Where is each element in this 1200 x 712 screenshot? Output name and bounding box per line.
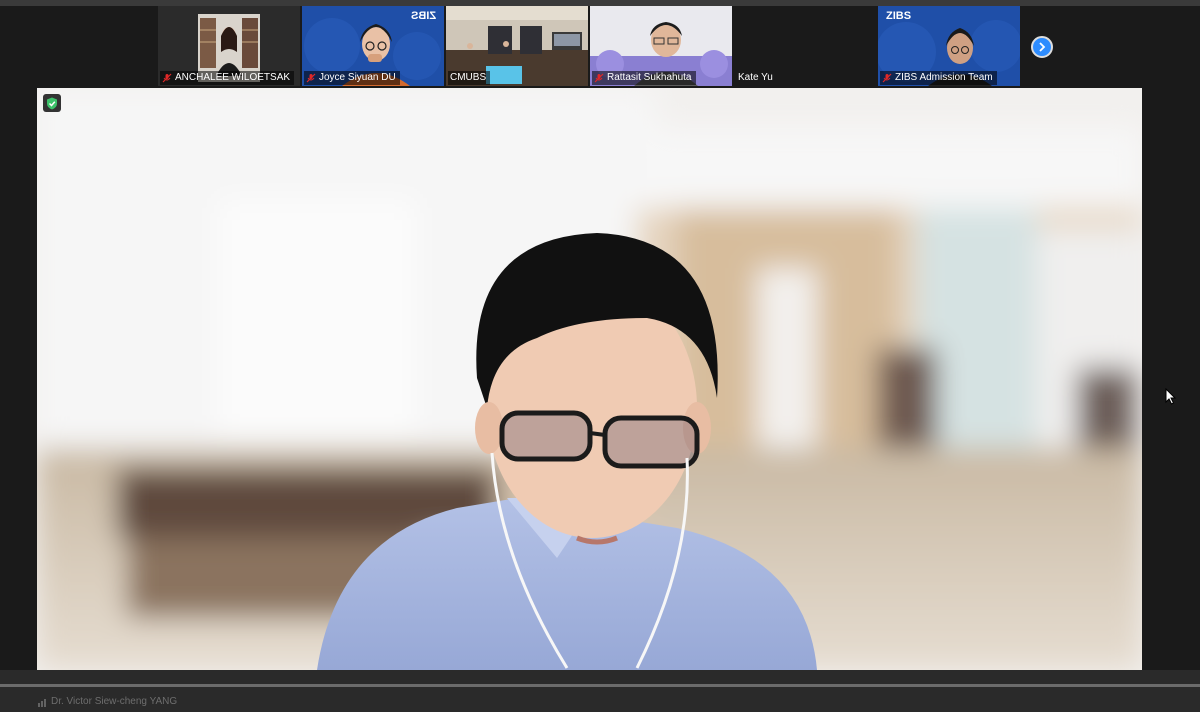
mic-muted-icon [162,73,172,83]
mic-muted-icon [306,73,316,83]
participant-name: ANCHALEE WILOETSAK [160,71,295,85]
participant-name-text: Rattasit Sukhahuta [607,72,692,83]
participant-banner: ZIBS [886,10,912,22]
participant-name: CMUBS [448,71,491,85]
participant-banner: ZIBS [410,10,436,22]
mouse-cursor-icon [1165,388,1177,405]
speaker-name-label: Dr. Victor Siew-cheng YANG [37,694,177,710]
shield-check-icon[interactable] [43,94,61,112]
participant-name-text: ANCHALEE WILOETSAK [175,72,291,83]
participant-tile[interactable]: ZIBS Joyce Siyuan DU [302,6,444,86]
participant-tile[interactable]: Kate Yu [734,6,876,86]
participant-tile[interactable]: CMUBS [446,6,588,86]
bottom-bar [0,670,1200,712]
speaker-video-frame [37,88,1142,670]
participant-name: Joyce Siyuan DU [304,71,400,85]
mic-muted-icon [594,73,604,83]
participant-name: Kate Yu [736,71,777,85]
participant-name-text: ZIBS Admission Team [895,72,993,83]
participant-name: ZIBS Admission Team [880,71,997,85]
participant-name-text: Kate Yu [738,72,773,83]
signal-bars-icon [38,699,46,707]
security-shield-glyph [47,97,57,109]
participant-tile[interactable]: Rattasit Sukhahuta [590,6,732,86]
participant-name-text: CMUBS [450,72,487,83]
gallery-next-button[interactable] [1031,36,1053,58]
active-speaker-video[interactable] [37,88,1142,670]
mic-muted-icon [882,73,892,83]
participant-name-text: Joyce Siyuan DU [319,72,396,83]
chevron-right-icon [1039,42,1046,52]
participant-tile[interactable]: ZIBS ZIBS Admission Team [878,6,1020,86]
participant-tile[interactable]: ANCHALEE WILOETSAK [158,6,300,86]
speaker-name-text: Dr. Victor Siew-cheng YANG [51,696,178,707]
gallery-strip: ANCHALEE WILOETSAK ZIBS Joyce Siyuan DU [0,6,1200,88]
bottom-divider [0,684,1200,687]
participant-name: Rattasit Sukhahuta [592,71,696,85]
